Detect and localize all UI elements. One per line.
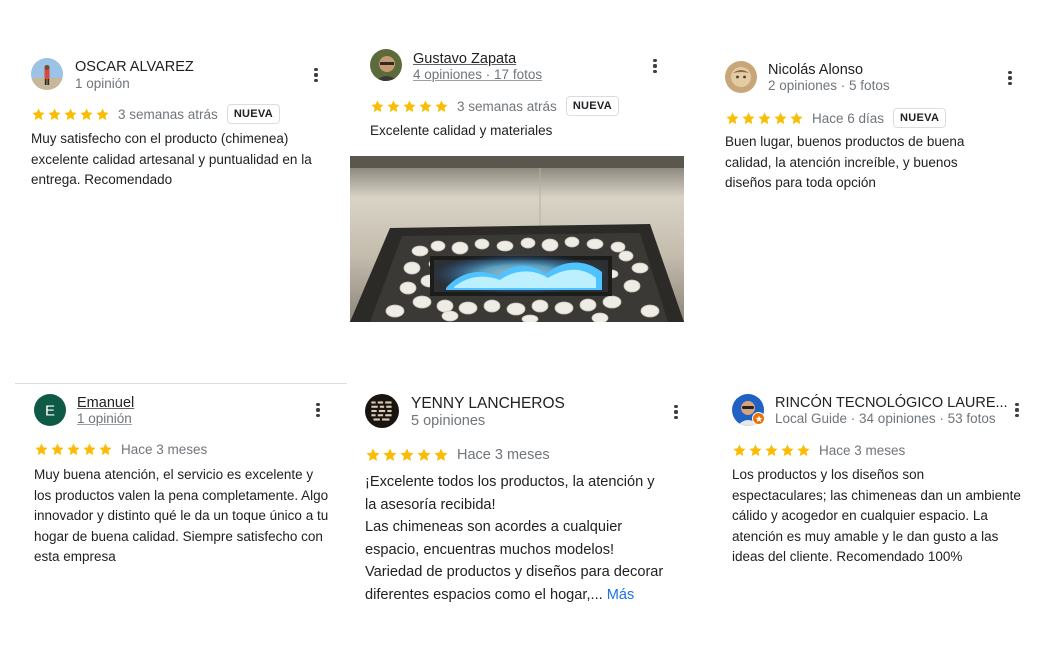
reviewer-name[interactable]: YENNY LANCHEROS [411, 395, 565, 413]
svg-text:E: E [45, 403, 55, 420]
more-options-icon[interactable] [1007, 400, 1027, 420]
star-icon [64, 107, 77, 120]
reviewer-name[interactable]: Gustavo Zapata [413, 51, 516, 67]
star-icon [765, 444, 778, 457]
star-icon [32, 107, 45, 120]
star-icon [96, 107, 109, 120]
star-icon [742, 111, 755, 124]
star-icon [35, 443, 48, 456]
review-text-line: la asesoría recibida! [365, 496, 496, 513]
star-icon [417, 448, 431, 461]
star-icon [400, 448, 414, 461]
star-icon [403, 99, 416, 112]
review-date: Hace 3 meses [121, 442, 208, 457]
local-guide-star-icon [752, 412, 765, 425]
reviewer-name[interactable]: OSCAR ALVAREZ [75, 59, 194, 75]
more-options-icon[interactable] [1000, 68, 1020, 88]
review-date: 3 semanas atrás [118, 106, 218, 122]
new-badge: NUEVA [226, 104, 281, 124]
more-options-icon[interactable] [645, 56, 665, 76]
reviewer-meta[interactable]: 1 opinión [77, 411, 132, 426]
star-icon [797, 444, 810, 457]
rating-row: Hace 6 días NUEVA [725, 108, 947, 128]
rating-row: Hace 3 meses [365, 447, 550, 463]
more-options-icon[interactable] [306, 65, 326, 85]
reviewer-avatar[interactable] [725, 61, 757, 93]
star-rating [34, 442, 113, 457]
review-text-line: diferentes espacios como el hogar,... [365, 586, 603, 603]
reviewer-meta[interactable]: 4 opiniones · 17 fotos [413, 67, 542, 82]
review-text-line: ¡Excelente todos los productos, la atenc… [365, 474, 655, 490]
star-icon [726, 111, 739, 124]
star-icon [67, 443, 80, 456]
review-date: Hace 3 meses [819, 443, 906, 458]
star-icon [371, 99, 384, 112]
star-rating [725, 111, 804, 126]
star-icon [48, 107, 61, 120]
review-text: Los productos y los diseños son espectac… [732, 467, 1021, 564]
star-icon [387, 99, 400, 112]
reviewer-meta[interactable]: 1 opinión [75, 76, 130, 91]
review-text-line-last: diferentes espacios como el hogar,... Má… [365, 584, 695, 607]
more-options-icon[interactable] [666, 402, 686, 422]
star-rating [370, 99, 449, 114]
review-text-line: Las chimeneas son acordes a cualquier [365, 519, 623, 536]
reviewer-avatar[interactable] [365, 394, 399, 428]
star-icon [383, 448, 397, 461]
reviewer-avatar[interactable] [31, 58, 63, 90]
review-text: Buen lugar, buenos productos de buena ca… [725, 134, 965, 190]
star-icon [434, 448, 448, 461]
star-icon [781, 444, 794, 457]
star-icon [99, 443, 112, 456]
review-text: Muy buena atención, el servicio es excel… [34, 467, 329, 564]
reviewer-avatar[interactable] [370, 49, 402, 81]
star-icon [80, 107, 93, 120]
review-photo-fireplace[interactable] [350, 156, 684, 322]
review-text: Muy satisfecho con el producto (chimenea… [31, 131, 312, 187]
more-link[interactable]: Más [607, 587, 635, 603]
more-options-icon[interactable] [308, 400, 328, 420]
rating-row: 3 semanas atrás NUEVA [370, 96, 620, 116]
review-date: Hace 3 meses [457, 447, 550, 463]
rating-row: 3 semanas atrás NUEVA [31, 104, 281, 124]
new-badge: NUEVA [565, 96, 620, 116]
reviewer-avatar[interactable]: E [34, 394, 66, 426]
star-icon [774, 111, 787, 124]
review-text: ¡Excelente todos los productos, la atenc… [365, 471, 695, 607]
star-icon [366, 448, 380, 461]
reviewer-name[interactable]: Nicolás Alonso [768, 62, 863, 78]
rating-row: Hace 3 meses [732, 443, 905, 458]
reviewer-name[interactable]: RINCÓN TECNOLÓGICO LAURE... [775, 395, 1008, 411]
reviewer-name[interactable]: Emanuel [77, 395, 134, 411]
review-date: 3 semanas atrás [457, 98, 557, 114]
review-text-line: Variedad de productos y diseños para dec… [365, 564, 664, 581]
new-badge: NUEVA [893, 108, 947, 128]
divider [15, 383, 347, 384]
review-date: Hace 6 días [812, 110, 885, 126]
star-rating [732, 443, 811, 458]
star-rating [31, 107, 110, 122]
star-icon [733, 444, 746, 457]
star-icon [419, 99, 432, 112]
review-text-line: espacio, encuentras muchos modelos! [365, 541, 615, 558]
star-icon [790, 111, 803, 124]
reviewer-meta[interactable]: 5 opiniones [411, 413, 485, 429]
star-rating [365, 447, 449, 463]
rating-row: Hace 3 meses [34, 442, 207, 457]
star-icon [435, 99, 448, 112]
star-icon [749, 444, 762, 457]
star-icon [758, 111, 771, 124]
reviewer-meta[interactable]: Local Guide · 34 opiniones · 53 fotos [775, 411, 996, 426]
star-icon [83, 443, 96, 456]
reviewer-meta[interactable]: 2 opiniones · 5 fotos [768, 78, 890, 93]
review-text: Excelente calidad y materiales [370, 123, 553, 138]
star-icon [51, 443, 64, 456]
